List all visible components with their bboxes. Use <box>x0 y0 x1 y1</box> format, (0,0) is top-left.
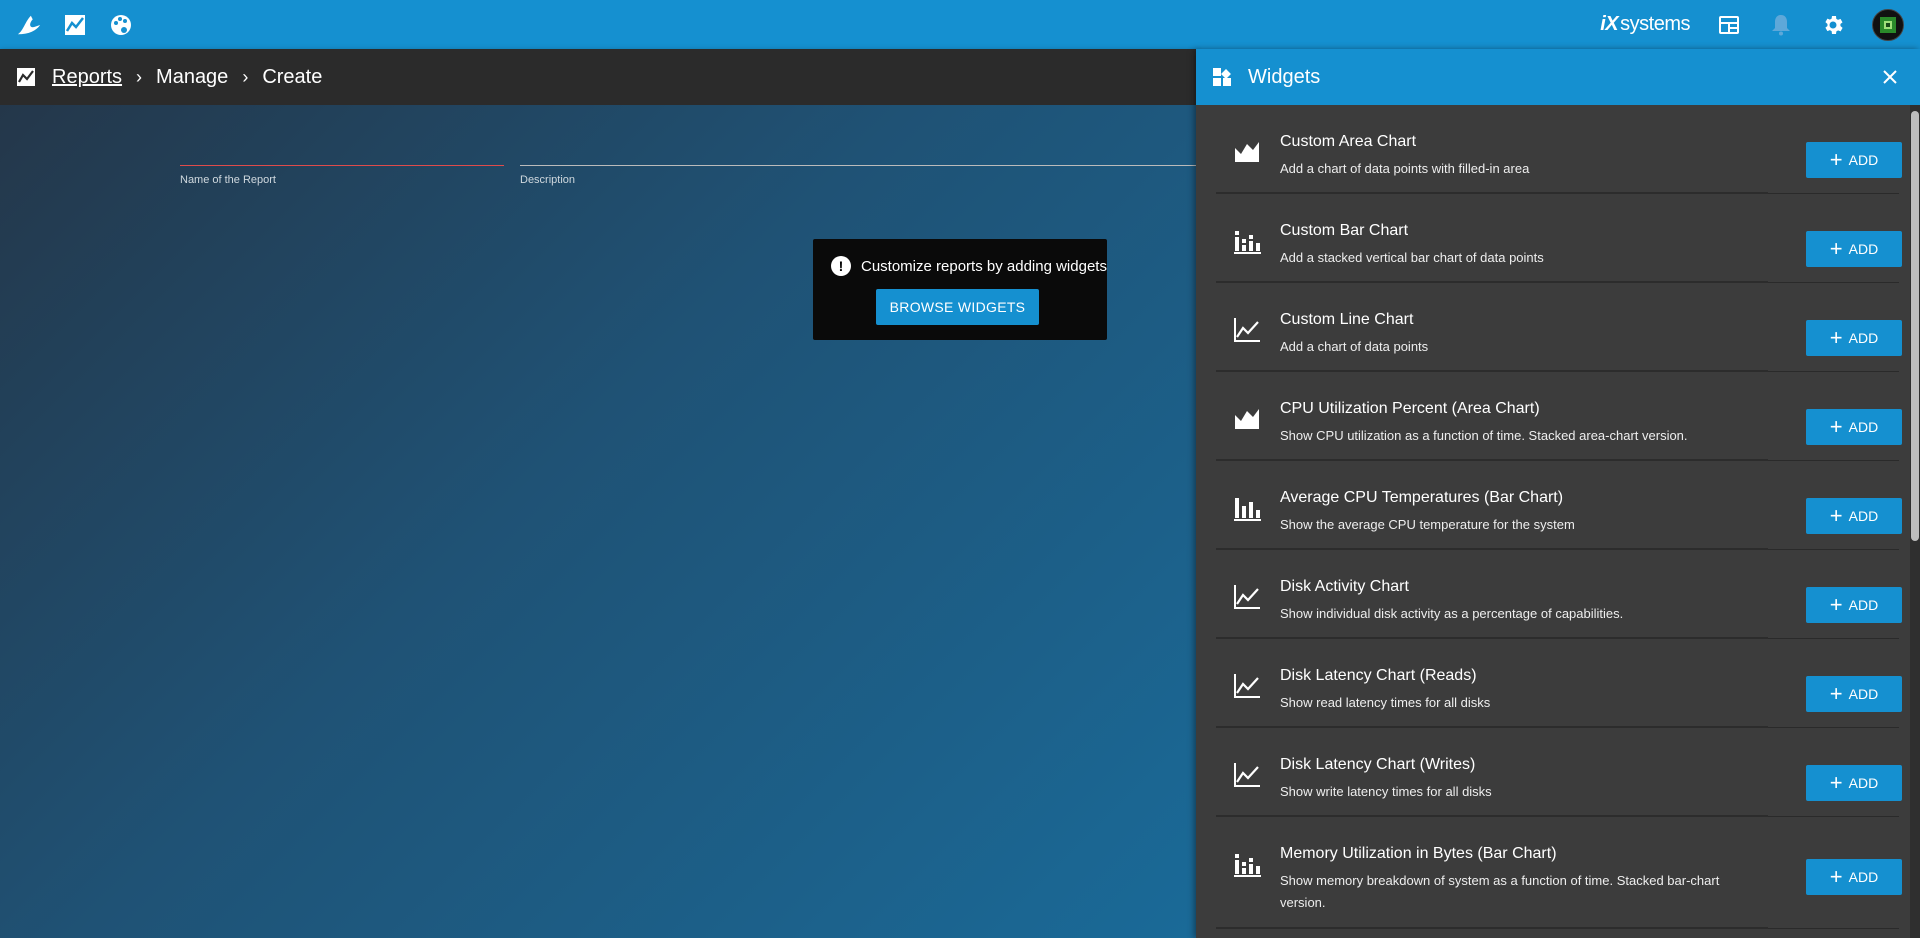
add-widget-button[interactable]: + ADD <box>1806 498 1902 534</box>
widget-item: Disk Latency Chart (Reads) Show read late… <box>1216 639 1902 728</box>
add-widget-button[interactable]: + ADD <box>1806 676 1902 712</box>
area-chart-icon <box>1232 403 1262 433</box>
ixsystems-logo: iX systems <box>1600 13 1690 35</box>
description-field[interactable]: Description <box>520 165 1196 186</box>
widget-description: Show the average CPU temperature for the… <box>1280 517 1575 532</box>
description-label: Description <box>520 174 576 186</box>
stacked-bar-chart-icon <box>1232 225 1262 255</box>
close-icon[interactable] <box>1878 65 1902 89</box>
plus-icon: + <box>1829 770 1843 795</box>
widget-list: Custom Area Chart Add a chart of data poi… <box>1216 105 1902 929</box>
divider <box>1216 927 1768 929</box>
line-chart-icon <box>1232 759 1262 789</box>
breadcrumb-create: Create <box>262 65 323 88</box>
chevron-right-icon: › <box>242 66 249 87</box>
add-label: ADD <box>1848 775 1879 791</box>
top-toolbar: iX systems <box>0 0 1920 49</box>
breadcrumb-manage: Manage <box>156 65 229 88</box>
widgets-panel-header: Widgets <box>1196 49 1920 105</box>
add-label: ADD <box>1848 330 1879 346</box>
widget-item: Custom Bar Chart Add a stacked vertical b… <box>1216 194 1902 283</box>
palette-icon[interactable] <box>108 12 134 38</box>
widgets-panel: Widgets Custom Area Chart Add a chart of … <box>1196 49 1920 938</box>
plus-icon: + <box>1829 681 1843 706</box>
description-underline <box>520 165 1196 166</box>
scrollbar-thumb[interactable] <box>1911 111 1919 541</box>
alert-icon: ! <box>831 256 851 276</box>
plus-icon: + <box>1829 414 1843 439</box>
widget-description: Show individual disk activity as a perce… <box>1280 606 1624 621</box>
add-widget-button[interactable]: + ADD <box>1806 587 1902 623</box>
bell-icon[interactable] <box>1768 12 1794 38</box>
widget-description: Add a chart of data points <box>1280 339 1429 354</box>
plus-icon: + <box>1829 592 1843 617</box>
add-widget-button[interactable]: + ADD <box>1806 859 1902 895</box>
browse-widgets-button[interactable]: BROWSE WIDGETS <box>876 289 1039 325</box>
add-widget-button[interactable]: + ADD <box>1806 320 1902 356</box>
line-chart-icon <box>1232 670 1262 700</box>
plus-icon: + <box>1829 147 1843 172</box>
widget-description: Show write latency times for all disks <box>1280 784 1492 799</box>
widget-item: Disk Activity Chart Show individual disk … <box>1216 550 1902 639</box>
widget-description: Show read latency times for all disks <box>1280 695 1491 710</box>
widget-title: CPU Utilization Percent (Area Chart) <box>1280 400 1540 417</box>
widget-title: Disk Activity Chart <box>1280 578 1409 595</box>
breadcrumb-reports-link[interactable]: Reports <box>52 66 122 89</box>
widget-description: Show memory breakdown of system as a fun… <box>1280 873 1720 910</box>
line-chart-icon <box>1232 581 1262 611</box>
add-widget-button[interactable]: + ADD <box>1806 765 1902 801</box>
widget-title: Disk Latency Chart (Reads) <box>1280 667 1477 684</box>
widget-title: Custom Area Chart <box>1280 133 1417 150</box>
add-widget-button[interactable]: + ADD <box>1806 231 1902 267</box>
report-name-underline <box>180 165 504 166</box>
widget-title: Disk Latency Chart (Writes) <box>1280 756 1476 773</box>
bar-chart-icon <box>1232 492 1262 522</box>
guide-icon[interactable] <box>1716 12 1742 38</box>
reports-icon[interactable] <box>62 12 88 38</box>
reports-icon <box>16 67 36 87</box>
widget-description: Add a chart of data points with filled-i… <box>1280 161 1530 176</box>
widget-item: Memory Utilization in Bytes (Bar Chart) S… <box>1216 817 1902 929</box>
report-name-label: Name of the Report <box>180 174 276 186</box>
gear-icon[interactable] <box>1820 12 1846 38</box>
widget-item: Average CPU Temperatures (Bar Chart) Show… <box>1216 461 1902 550</box>
freenas-logo-icon[interactable] <box>16 12 42 38</box>
panel-title: Widgets <box>1248 65 1321 88</box>
add-label: ADD <box>1848 686 1879 702</box>
widget-title: Custom Line Chart <box>1280 311 1414 328</box>
area-chart-icon <box>1232 136 1262 166</box>
panel-scrollbar[interactable] <box>1910 105 1920 938</box>
widget-title: Custom Bar Chart <box>1280 222 1409 239</box>
avatar[interactable] <box>1872 8 1904 41</box>
empty-state-message: ! Customize reports by adding widgets BR… <box>813 239 1107 340</box>
plus-icon: + <box>1829 503 1843 528</box>
add-label: ADD <box>1848 597 1879 613</box>
main-content: Name of the Report Description ! Customi… <box>0 105 1196 938</box>
widgets-icon <box>1212 67 1232 87</box>
report-name-field[interactable]: Name of the Report <box>180 165 504 186</box>
add-label: ADD <box>1848 152 1879 168</box>
breadcrumb: Reports › Manage › Create <box>0 49 1196 105</box>
add-widget-button[interactable]: + ADD <box>1806 142 1902 178</box>
add-label: ADD <box>1848 508 1879 524</box>
add-widget-button[interactable]: + ADD <box>1806 409 1902 445</box>
add-label: ADD <box>1848 419 1879 435</box>
empty-state-text: Customize reports by adding widgets <box>861 257 1107 275</box>
widget-item: Disk Latency Chart (Writes) Show write la… <box>1216 728 1902 817</box>
widget-description: Add a stacked vertical bar chart of data… <box>1280 250 1544 265</box>
line-chart-icon <box>1232 314 1262 344</box>
add-label: ADD <box>1848 241 1879 257</box>
stacked-bar-chart-icon <box>1232 848 1262 878</box>
chevron-right-icon: › <box>136 66 143 87</box>
plus-icon: + <box>1829 236 1843 261</box>
widget-item: Custom Area Chart Add a chart of data poi… <box>1216 105 1902 194</box>
widget-title: Memory Utilization in Bytes (Bar Chart) <box>1280 845 1557 862</box>
widget-description: Show CPU utilization as a function of ti… <box>1280 428 1688 443</box>
widget-item: Custom Line Chart Add a chart of data poi… <box>1216 283 1902 372</box>
plus-icon: + <box>1829 864 1843 889</box>
widget-item: CPU Utilization Percent (Area Chart) Show… <box>1216 372 1902 461</box>
widget-title: Average CPU Temperatures (Bar Chart) <box>1280 489 1564 506</box>
add-label: ADD <box>1848 869 1879 885</box>
plus-icon: + <box>1829 325 1843 350</box>
